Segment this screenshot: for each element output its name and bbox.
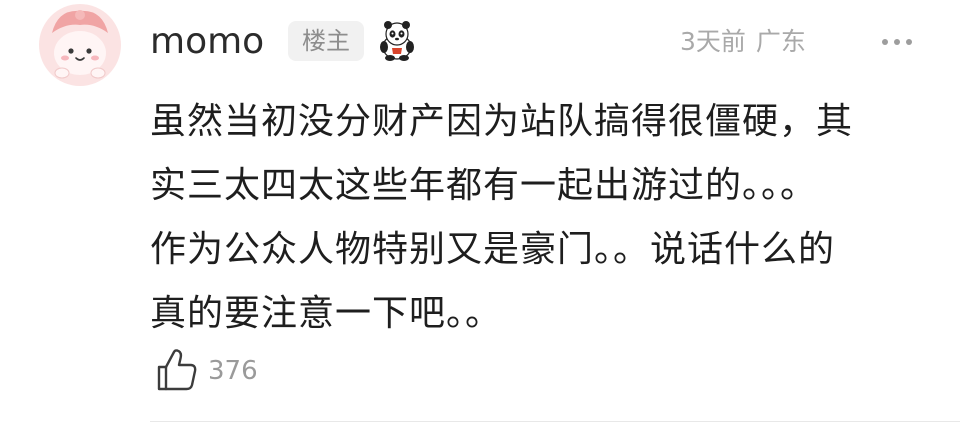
- op-badge: 楼主: [288, 21, 364, 61]
- like-button[interactable]: 376: [156, 348, 268, 394]
- thumbs-up-icon: [156, 348, 198, 392]
- username[interactable]: momo: [150, 18, 264, 66]
- panda-sticker-icon: [374, 17, 420, 63]
- more-dots-icon: [882, 39, 912, 45]
- comment-content: 虽然当初没分财产因为站队搞得很僵硬，其 实三太四太这些年都有一起出游过的。。。 …: [150, 90, 930, 346]
- divider: [150, 421, 960, 422]
- comment-time: 3天前: [680, 27, 746, 56]
- comment-meta: 3天前 广东: [680, 22, 806, 62]
- comment-line: 虽然当初没分财产因为站队搞得很僵硬，其: [150, 101, 854, 142]
- comment-line: 实三太四太这些年都有一起出游过的。。。: [150, 165, 818, 206]
- comment-line: 作为公众人物特别又是豪门。。说话什么的: [150, 229, 836, 270]
- like-count: 376: [208, 356, 258, 386]
- avatar[interactable]: [38, 3, 122, 87]
- more-button[interactable]: [872, 22, 922, 62]
- comment-item: momo 楼主 3天前 广东 虽然当初没分财产因为站队搞得很僵硬，其 实三太四太…: [0, 0, 960, 431]
- comment-location: 广东: [755, 27, 806, 56]
- comment-line: 真的要注意一下吧。。: [150, 293, 503, 334]
